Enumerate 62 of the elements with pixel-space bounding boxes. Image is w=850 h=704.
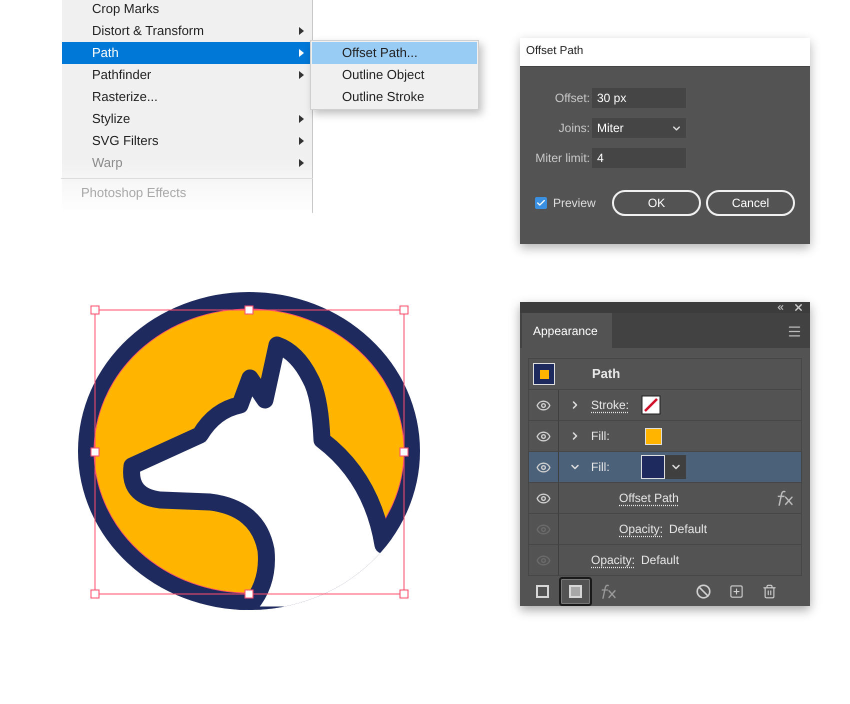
- menu-item[interactable]: Rasterize...: [62, 86, 312, 108]
- collapse-icon[interactable]: [776, 303, 785, 312]
- field-label: Joins:: [558, 120, 590, 137]
- preview-checkbox[interactable]: [535, 197, 547, 209]
- clear-icon[interactable]: [696, 584, 711, 599]
- cancel-button[interactable]: Cancel: [706, 190, 795, 216]
- submenu-item[interactable]: Offset Path...: [312, 42, 477, 64]
- field-label: Miter limit:: [535, 150, 590, 167]
- joins-dropdown[interactable]: Miter: [592, 118, 686, 138]
- menu-item[interactable]: Stylize: [62, 108, 312, 130]
- menu-icon[interactable]: [787, 324, 802, 339]
- field-label: Offset:: [554, 90, 590, 107]
- submenu-arrow-icon: [299, 71, 304, 79]
- eye-icon[interactable]: [536, 428, 551, 444]
- submenu-arrow-icon: [299, 159, 304, 167]
- menu-item[interactable]: Pathfinder: [62, 64, 312, 86]
- color-swatch[interactable]: [645, 428, 662, 444]
- submenu-arrow-icon: [299, 27, 304, 35]
- submenu-item[interactable]: Outline Object: [312, 64, 477, 86]
- path-thumbnail: [533, 363, 555, 385]
- menu-section-label: Photoshop Effects: [80, 184, 188, 202]
- attribute-value: Default: [669, 521, 708, 538]
- fx-icon[interactable]: [776, 490, 795, 506]
- attribute-label[interactable]: Offset Path: [619, 489, 679, 507]
- appearance-row[interactable]: Offset Path: [529, 482, 801, 513]
- panel-tab[interactable]: Appearance: [522, 313, 612, 348]
- no-stroke-swatch[interactable]: [641, 395, 661, 415]
- appearance-row[interactable]: Opacity: Default: [529, 513, 801, 544]
- attribute-value: Default: [641, 552, 680, 569]
- input-field[interactable]: 30 px: [592, 88, 686, 108]
- appearance-row[interactable]: Opacity: Default: [529, 544, 801, 575]
- footer-button[interactable]: [559, 577, 592, 606]
- eye-icon[interactable]: [536, 398, 551, 412]
- preview-label: Preview: [553, 195, 596, 212]
- menu-item[interactable]: Path: [62, 42, 312, 64]
- path-title: Path: [592, 365, 620, 384]
- swatch-dropdown[interactable]: [665, 455, 686, 479]
- attribute-label[interactable]: Opacity:: [619, 520, 664, 538]
- input-field[interactable]: 4: [592, 148, 686, 168]
- submenu-item[interactable]: Outline Stroke: [312, 86, 477, 108]
- delete-icon[interactable]: [762, 584, 777, 599]
- dialog-title: Offset Path: [526, 44, 584, 60]
- close-icon[interactable]: [793, 302, 804, 313]
- menu-item[interactable]: Crop Marks: [62, 0, 312, 20]
- appearance-row[interactable]: Fill:: [529, 451, 801, 482]
- submenu-arrow-icon: [299, 49, 304, 57]
- add-icon[interactable]: [729, 584, 744, 599]
- submenu-arrow-icon: [299, 115, 304, 123]
- menu-item[interactable]: SVG Filters: [62, 130, 312, 152]
- ok-button[interactable]: OK: [612, 190, 701, 216]
- stroke-square-icon[interactable]: [536, 585, 549, 598]
- attribute-label[interactable]: Stroke:: [591, 396, 635, 414]
- menu-item[interactable]: Distort & Transform: [62, 20, 312, 42]
- submenu-arrow-icon: [299, 137, 304, 145]
- appearance-row[interactable]: Stroke:: [529, 389, 801, 420]
- eye-icon[interactable]: [536, 460, 551, 474]
- color-swatch[interactable]: [641, 455, 665, 479]
- fx-icon[interactable]: [600, 584, 618, 599]
- attribute-label[interactable]: Fill:: [591, 458, 641, 476]
- eye-icon[interactable]: [536, 490, 551, 506]
- attribute-label[interactable]: Opacity:: [591, 551, 636, 569]
- attribute-label[interactable]: Fill:: [591, 427, 641, 445]
